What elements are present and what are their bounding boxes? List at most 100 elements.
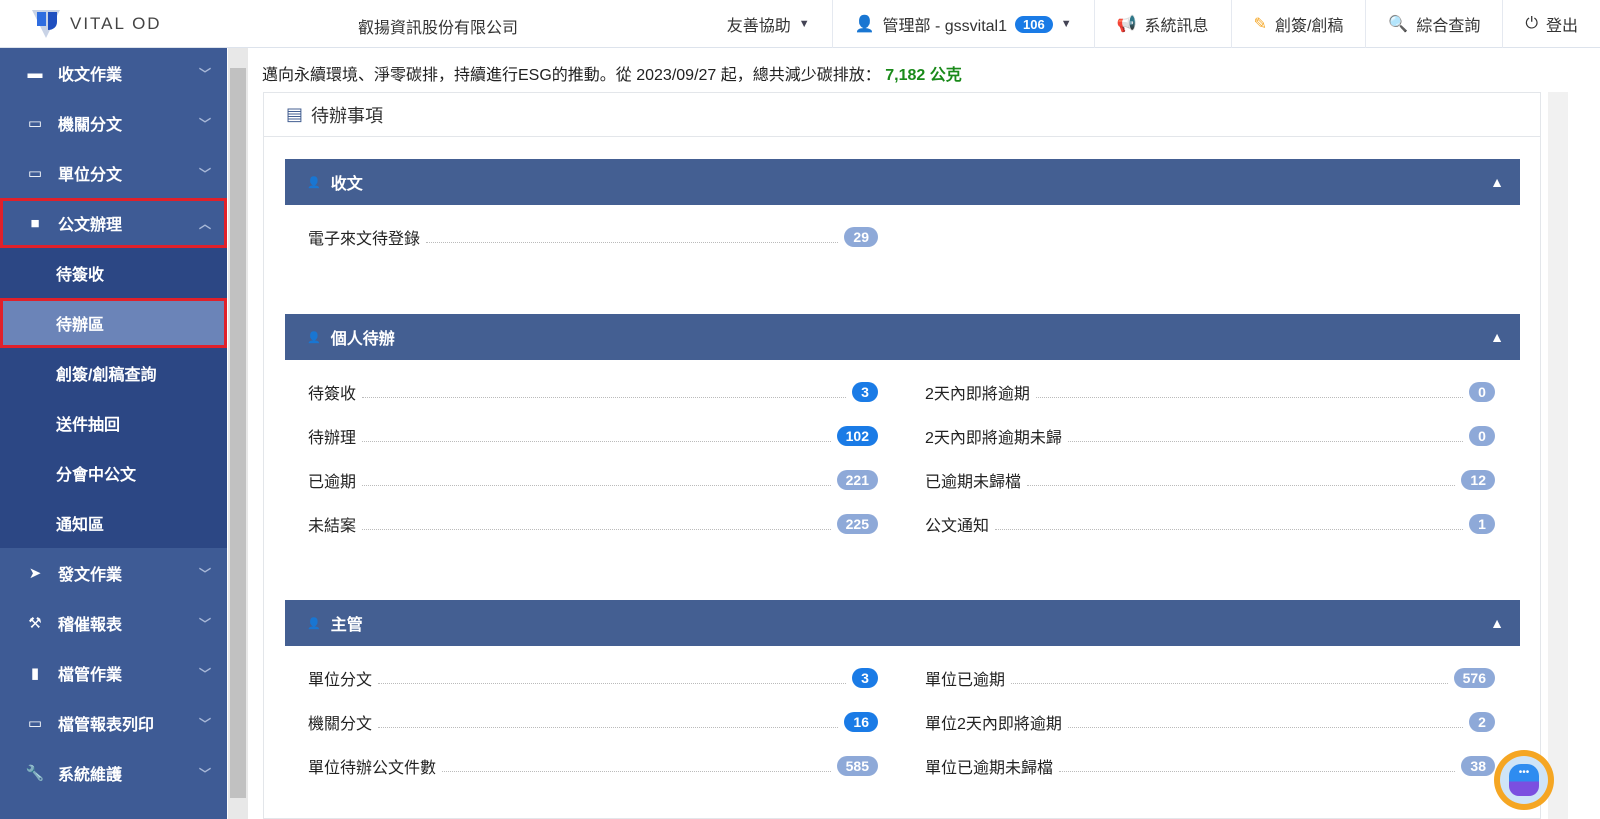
todo-row[interactable]: 未結案 225 (308, 509, 878, 539)
sidebar-subitem[interactable]: 創簽/創稿查詢 (0, 348, 227, 398)
todo-row[interactable]: 2天內即將逾期未歸 0 (925, 421, 1495, 451)
todo-row[interactable]: 單位待辦公文件數 585 (308, 751, 878, 781)
count-badge[interactable]: 585 (836, 756, 878, 776)
todo-row[interactable]: 電子來文待登錄 29 (308, 222, 878, 252)
notification-badge: 106 (1015, 15, 1053, 33)
chevron-up-icon[interactable]: ▲ (1490, 615, 1504, 631)
vital-logo-icon (30, 8, 62, 40)
sidebar-item-label: 檔管報表列印 (58, 717, 155, 734)
todo-label[interactable]: 單位2天內即將逾期 (925, 710, 1062, 734)
section-header[interactable]: 👤 主管 ▲ (285, 600, 1520, 646)
nav-label: 友善協助 (726, 18, 791, 35)
power-icon: ⏻ (1525, 15, 1538, 32)
section-header[interactable]: 👤 收文 ▲ (285, 159, 1520, 205)
main-scrollbar[interactable] (1548, 92, 1568, 819)
todo-label[interactable]: 電子來文待登錄 (308, 225, 420, 249)
sidebar-item[interactable]: ⚒ 稽催報表 ﹀ (0, 598, 227, 648)
todo-label[interactable]: 2天內即將逾期 (925, 380, 1030, 404)
count-badge[interactable]: 0 (1469, 426, 1495, 446)
todo-label[interactable]: 單位分文 (308, 666, 372, 690)
scrollbar-thumb[interactable] (230, 68, 246, 798)
dotted-leader (362, 484, 831, 486)
todo-label[interactable]: 已逾期未歸檔 (925, 468, 1021, 492)
sidebar-subitem[interactable]: 待簽收 (0, 248, 227, 298)
megaphone-icon: 📢 (1116, 16, 1137, 33)
todo-label[interactable]: 單位已逾期未歸檔 (925, 754, 1053, 778)
todo-row[interactable]: 待辦理 102 (308, 421, 878, 451)
chatbot-button[interactable]: ••• (1494, 750, 1554, 810)
search-button[interactable]: 🔍 綜合查詢 (1365, 0, 1502, 48)
todo-label[interactable]: 已逾期 (308, 468, 356, 492)
sidebar-subitem[interactable]: 送件抽回 (0, 398, 227, 448)
todo-row[interactable]: 單位2天內即將逾期 2 (925, 707, 1495, 737)
todo-label[interactable]: 單位待辦公文件數 (308, 754, 436, 778)
create-draft-button[interactable]: ✎ 創簽/創稿 (1230, 0, 1366, 48)
dotted-leader (1035, 396, 1463, 398)
todo-label[interactable]: 2天內即將逾期未歸 (925, 424, 1062, 448)
count-badge[interactable]: 2 (1469, 712, 1495, 732)
count-badge[interactable]: 576 (1453, 668, 1495, 688)
todo-row[interactable]: 待簽收 3 (308, 377, 878, 407)
dotted-leader (1067, 440, 1463, 442)
system-message-button[interactable]: 📢 系統訊息 (1093, 0, 1231, 48)
sidebar-item-label: 收文作業 (58, 67, 123, 84)
dotted-leader (378, 682, 846, 684)
sidebar: ▬ 收文作業 ﹀ ▭ 機關分文 ﹀ ▭ 單位分文 ﹀ ■ 公文辦理 ︿ 待簽收 待辦區 創簽/創稿查詢 送件抽… (0, 48, 227, 819)
caret-down-icon: ▼ (798, 18, 810, 30)
count-badge[interactable]: 225 (836, 514, 878, 534)
dotted-leader (442, 770, 831, 772)
count-badge[interactable]: 29 (844, 227, 878, 247)
section-header[interactable]: 👤 個人待辦 ▲ (285, 314, 1520, 360)
todo-label[interactable]: 機關分文 (308, 710, 372, 734)
sidebar-item[interactable]: ▭ 機關分文 ﹀ (0, 98, 227, 148)
dotted-leader (1059, 770, 1456, 772)
count-badge[interactable]: 1 (1469, 514, 1495, 534)
nav-label: 創簽/創稿 (1274, 18, 1344, 35)
todo-label[interactable]: 單位已逾期 (925, 666, 1005, 690)
todo-row[interactable]: 公文通知 1 (925, 509, 1495, 539)
todo-row[interactable]: 已逾期未歸檔 12 (925, 465, 1495, 495)
count-badge[interactable]: 16 (844, 712, 878, 732)
count-badge[interactable]: 38 (1461, 756, 1495, 776)
count-badge[interactable]: 221 (836, 470, 878, 490)
todo-label[interactable]: 公文通知 (925, 512, 989, 536)
todo-label[interactable]: 未結案 (308, 512, 356, 536)
todo-label[interactable]: 待辦理 (308, 424, 356, 448)
esg-notice: 邁向永續環境、淨零碳排，持續進行ESG的推動。從 2023/09/27 起，總共… (262, 61, 962, 85)
sidebar-item-label: 公文辦理 (58, 217, 123, 234)
sidebar-item[interactable]: ▭ 檔管報表列印 ﹀ (0, 698, 227, 748)
user-menu[interactable]: 👤 管理部 - gssvital1 106 ▼ (831, 0, 1094, 48)
sidebar-item[interactable]: 🔧 系統維護 ﹀ (0, 748, 227, 798)
sidebar-item-label: 檔管作業 (58, 667, 123, 684)
sidebar-item[interactable]: ▬ 收文作業 ﹀ (0, 48, 227, 98)
todo-label[interactable]: 待簽收 (308, 380, 356, 404)
sidebar-item[interactable]: ➤ 發文作業 ﹀ (0, 548, 227, 598)
logout-button[interactable]: ⏻ 登出 (1502, 0, 1600, 48)
sidebar-subitem[interactable]: 通知區 (0, 498, 227, 548)
count-badge[interactable]: 3 (852, 668, 878, 688)
sidebar-item[interactable]: ▮ 檔管作業 ﹀ (0, 648, 227, 698)
logo[interactable]: VITAL OD (30, 8, 162, 40)
nav-label: 管理部 - gssvital1 (882, 18, 1007, 35)
sidebar-item[interactable]: ▭ 單位分文 ﹀ (0, 148, 227, 198)
chevron-up-icon[interactable]: ▲ (1490, 174, 1504, 190)
dotted-leader (426, 241, 839, 243)
sidebar-item[interactable]: ■ 公文辦理 ︿ (0, 198, 227, 248)
count-badge[interactable]: 3 (852, 382, 878, 402)
todo-row[interactable]: 機關分文 16 (308, 707, 878, 737)
todo-row[interactable]: 單位已逾期未歸檔 38 (925, 751, 1495, 781)
todo-row[interactable]: 單位分文 3 (308, 663, 878, 693)
chevron-down-icon: ﹀ (198, 66, 211, 81)
todo-row[interactable]: 已逾期 221 (308, 465, 878, 495)
count-badge[interactable]: 102 (836, 426, 878, 446)
todo-row[interactable]: 2天內即將逾期 0 (925, 377, 1495, 407)
sidebar-subitem[interactable]: 分會中公文 (0, 448, 227, 498)
count-badge[interactable]: 0 (1469, 382, 1495, 402)
todo-row[interactable]: 單位已逾期 576 (925, 663, 1495, 693)
chevron-up-icon[interactable]: ▲ (1490, 329, 1504, 345)
nav-label: 系統訊息 (1144, 18, 1209, 35)
count-badge[interactable]: 12 (1461, 470, 1495, 490)
sidebar-subitem[interactable]: 待辦區 (0, 298, 227, 348)
accessibility-menu[interactable]: 友善協助 ▼ (705, 0, 832, 48)
sidebar-scrollbar[interactable] (228, 48, 248, 819)
